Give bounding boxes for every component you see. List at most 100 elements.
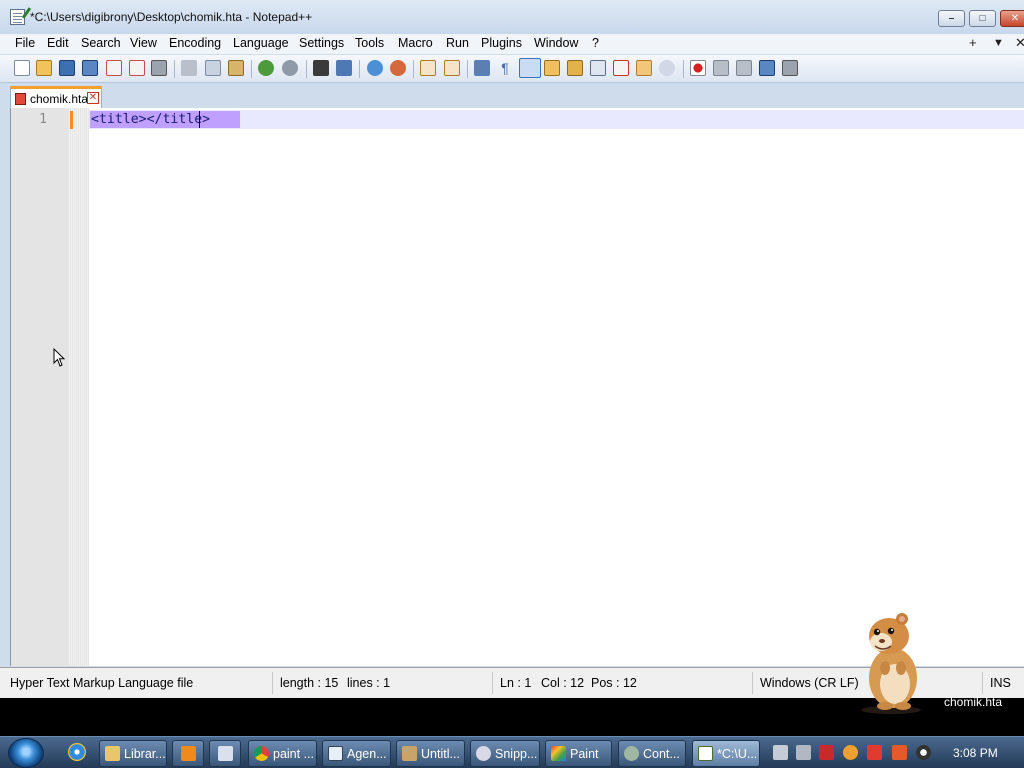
taskbar-button-snipping-tool[interactable]: Snipp... xyxy=(470,740,540,767)
editor-area[interactable]: 1 <title></title> xyxy=(10,108,1024,666)
eye-icon[interactable] xyxy=(659,60,675,76)
window-icon xyxy=(328,746,343,761)
start-button[interactable] xyxy=(8,738,44,768)
replace-icon[interactable] xyxy=(336,60,352,76)
taskbar-button-untitled[interactable]: Untitl... xyxy=(396,740,465,767)
save-icon[interactable] xyxy=(59,60,75,76)
doc-map-icon[interactable] xyxy=(567,60,583,76)
print-icon[interactable] xyxy=(151,60,167,76)
close-icon[interactable] xyxy=(106,60,122,76)
cut-icon[interactable] xyxy=(181,60,197,76)
taskbar-button-label: *C:\U... xyxy=(717,747,758,761)
tab-close-icon[interactable]: ✕ xyxy=(87,92,99,104)
word-wrap-icon[interactable] xyxy=(474,60,490,76)
menu-encoding[interactable]: Encoding xyxy=(169,36,221,50)
menu-search[interactable]: Search xyxy=(81,36,121,50)
close-all-icon[interactable] xyxy=(129,60,145,76)
paint-icon xyxy=(551,746,566,761)
sync-vertical-icon[interactable] xyxy=(420,60,436,76)
menu-file[interactable]: File xyxy=(15,36,35,50)
status-length: length : 15 xyxy=(280,676,339,690)
playback-macro-icon[interactable] xyxy=(736,60,752,76)
show-all-characters-icon[interactable]: ¶ xyxy=(497,60,513,76)
search-tray-icon[interactable] xyxy=(843,745,858,760)
tab-chomik-hta[interactable]: chomik.hta ✕ xyxy=(10,86,102,108)
explorer-icon xyxy=(105,746,120,761)
redo-icon[interactable] xyxy=(282,60,298,76)
text-caret xyxy=(199,111,200,128)
taskbar-button-label: Untitl... xyxy=(421,747,460,761)
monitoring-icon[interactable] xyxy=(636,60,652,76)
close-window-button[interactable]: ✕ xyxy=(1000,10,1024,27)
status-position: Pos : 12 xyxy=(591,676,637,690)
close-document-button[interactable]: ✕ xyxy=(1015,35,1024,51)
menu-view[interactable]: View xyxy=(130,36,157,50)
menu-run[interactable]: Run xyxy=(446,36,469,50)
function-list-icon[interactable] xyxy=(590,60,606,76)
window-title: *C:\Users\digibrony\Desktop\chomik.hta -… xyxy=(30,10,313,24)
antivirus-tray-icon[interactable] xyxy=(819,745,834,760)
menu-plugins[interactable]: Plugins xyxy=(481,36,522,50)
status-line: Ln : 1 xyxy=(500,676,532,690)
toolbar-separator xyxy=(174,60,175,78)
menu-edit[interactable]: Edit xyxy=(47,36,69,50)
toolbar-separator xyxy=(683,60,684,78)
save-all-icon[interactable] xyxy=(82,60,98,76)
user-language-icon[interactable] xyxy=(544,60,560,76)
indent-guide-icon[interactable] xyxy=(519,58,541,78)
zoom-in-icon[interactable] xyxy=(367,60,383,76)
fold-margin[interactable] xyxy=(69,108,89,666)
paste-icon[interactable] xyxy=(228,60,244,76)
taskbar: Librar... paint ... Agen... Untitl... Sn… xyxy=(0,736,1024,768)
menu-help[interactable]: ? xyxy=(592,36,599,50)
taskbar-button-agent[interactable]: Agen... xyxy=(322,740,391,767)
unsaved-file-icon xyxy=(15,93,26,105)
taskbar-button-library[interactable]: Librar... xyxy=(99,740,167,767)
taskbar-button-chrome[interactable]: paint ... xyxy=(248,740,317,767)
tab-label: chomik.hta xyxy=(30,92,89,106)
copy-icon[interactable] xyxy=(205,60,221,76)
toolbar-separator xyxy=(359,60,360,78)
record-macro-icon[interactable] xyxy=(690,60,706,76)
menu-macro[interactable]: Macro xyxy=(398,36,433,50)
code-line[interactable]: <title></title> xyxy=(91,111,210,128)
maximize-button[interactable]: □ xyxy=(969,10,996,27)
taskbar-button-media-player[interactable] xyxy=(172,740,204,767)
app-tray-icon[interactable] xyxy=(892,745,907,760)
status-separator xyxy=(492,672,493,694)
stop-record-icon[interactable] xyxy=(713,60,729,76)
menu-tools[interactable]: Tools xyxy=(355,36,384,50)
toolbar-separator xyxy=(413,60,414,78)
add-tab-button[interactable]: + xyxy=(969,35,977,50)
save-macro-icon[interactable] xyxy=(782,60,798,76)
find-icon[interactable] xyxy=(313,60,329,76)
network-tray-icon[interactable] xyxy=(796,745,811,760)
taskbar-button-notepad-plus-plus[interactable]: *C:\U... xyxy=(692,740,760,767)
line-number-margin: 1 xyxy=(11,108,69,666)
tab-list-dropdown-button[interactable]: ▼ xyxy=(993,37,1004,49)
snipping-tool-icon xyxy=(476,746,491,761)
title-bar[interactable]: *C:\Users\digibrony\Desktop\chomik.hta -… xyxy=(0,0,1024,34)
menu-language[interactable]: Language xyxy=(233,36,289,50)
menu-window[interactable]: Window xyxy=(534,36,578,50)
printer-tray-icon[interactable] xyxy=(773,745,788,760)
volume-tray-icon[interactable] xyxy=(916,745,931,760)
zoom-out-icon[interactable] xyxy=(390,60,406,76)
undo-icon[interactable] xyxy=(258,60,274,76)
open-file-icon[interactable] xyxy=(36,60,52,76)
status-column: Col : 12 xyxy=(541,676,585,690)
taskbar-button-paint[interactable]: Paint xyxy=(545,740,612,767)
new-file-icon[interactable] xyxy=(14,60,30,76)
internet-explorer-icon[interactable] xyxy=(68,743,86,761)
taskbar-button-control[interactable]: Cont... xyxy=(618,740,686,767)
run-macro-multiple-icon[interactable] xyxy=(759,60,775,76)
clock[interactable]: 3:08 PM xyxy=(953,746,998,760)
menu-settings[interactable]: Settings xyxy=(299,36,344,50)
flag-tray-icon[interactable] xyxy=(867,745,882,760)
sync-horizontal-icon[interactable] xyxy=(444,60,460,76)
taskbar-button-calculator[interactable] xyxy=(209,740,241,767)
minimize-button[interactable]: – xyxy=(938,10,965,27)
hamster-desktop-gadget[interactable] xyxy=(855,610,927,714)
status-separator xyxy=(752,672,753,694)
folder-workspace-icon[interactable] xyxy=(613,60,629,76)
